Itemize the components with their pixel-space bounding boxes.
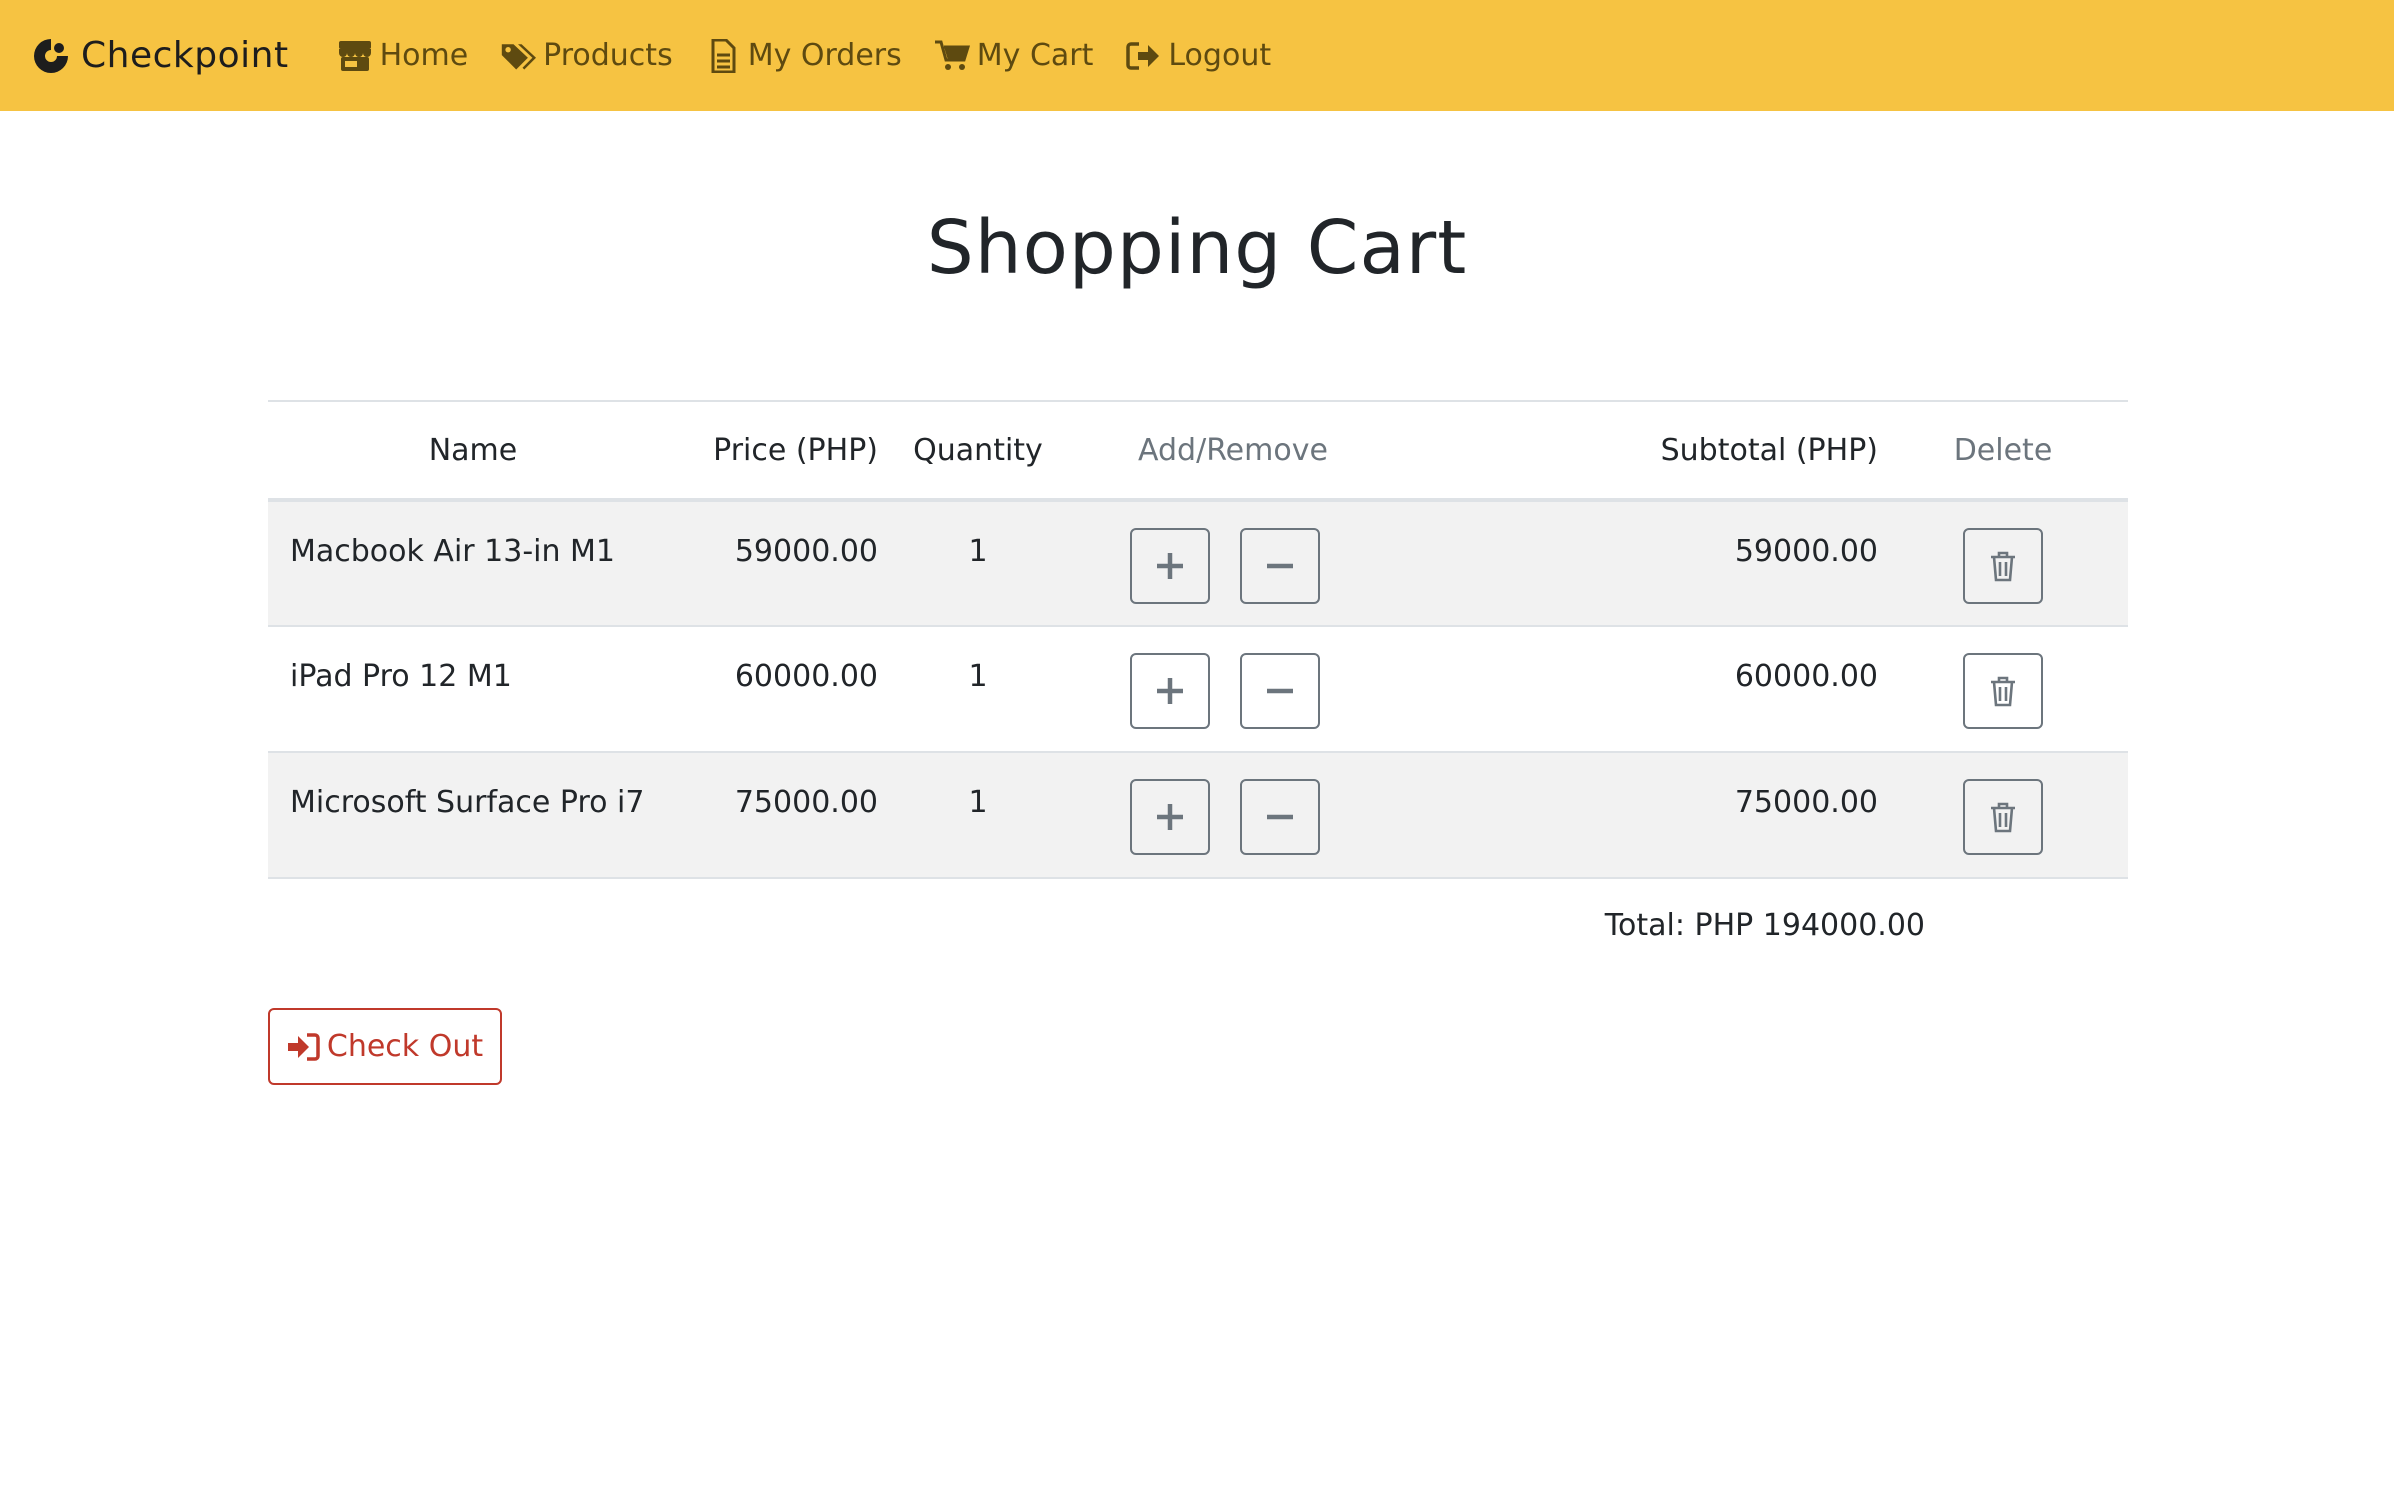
nav-my-orders[interactable]: My Orders (705, 26, 902, 86)
cart-table-header: Name Price (PHP) Quantity Add/Remove Sub… (268, 401, 2128, 500)
cell-subtotal: 75000.00 (1734, 785, 1878, 820)
delete-item-button[interactable] (1963, 779, 2043, 855)
nav-home[interactable]: Home (337, 26, 469, 86)
cell-delete (1878, 752, 2128, 878)
delete-item-button[interactable] (1963, 653, 2043, 729)
cell-delete (1878, 500, 2128, 626)
cell-quantity: 1 (968, 659, 988, 694)
minus-icon (1267, 563, 1293, 569)
cell-name: Microsoft Surface Pro i7 (290, 785, 645, 820)
cell-subtotal: 60000.00 (1734, 659, 1878, 694)
plus-icon (1157, 553, 1183, 579)
add-quantity-button[interactable] (1130, 528, 1210, 604)
cart-total: Total: PHP 194000.00 (1604, 908, 1925, 943)
navbar: Checkpoint Home Products My Orders My Ca… (0, 0, 2394, 111)
plus-icon (1157, 804, 1183, 830)
add-quantity-button[interactable] (1130, 779, 1210, 855)
nav-home-label: Home (379, 38, 469, 73)
header-price: Price (PHP) (713, 432, 878, 468)
delete-item-button[interactable] (1963, 528, 2043, 604)
trash-icon (1991, 551, 2015, 582)
nav-products-label: Products (543, 38, 673, 73)
cell-name: Macbook Air 13-in M1 (290, 534, 616, 569)
brand-name: Checkpoint (81, 35, 289, 76)
cell-delete (1878, 626, 2128, 752)
page-title: Shopping Cart (926, 205, 1468, 291)
tags-icon (501, 43, 537, 69)
file-icon (711, 38, 736, 73)
cell-add-remove (1078, 626, 1348, 752)
cell-price: 60000.00 (734, 659, 878, 694)
cell-subtotal: 59000.00 (1734, 534, 1878, 569)
cell-spacer (1348, 752, 1578, 878)
cell-spacer (1348, 626, 1578, 752)
nav-logout[interactable]: Logout (1125, 26, 1271, 86)
cart-table: Name Price (PHP) Quantity Add/Remove Sub… (268, 400, 2128, 879)
header-delete: Delete (1953, 432, 2053, 468)
brand-link[interactable]: Checkpoint (31, 26, 289, 86)
cell-spacer (1348, 500, 1578, 626)
header-subtotal: Subtotal (PHP) (1660, 432, 1878, 468)
nav-products[interactable]: Products (500, 26, 673, 86)
cell-name: iPad Pro 12 M1 (290, 659, 512, 694)
header-quantity: Quantity (913, 432, 1043, 468)
plus-icon (1157, 678, 1183, 704)
minus-icon (1267, 688, 1293, 694)
sign-out-icon (1126, 41, 1160, 70)
cell-price: 59000.00 (734, 534, 878, 569)
checkout-label: Check Out (326, 1029, 484, 1064)
table-row: Microsoft Surface Pro i7 75000.00 1 7500… (268, 752, 2128, 878)
remove-quantity-button[interactable] (1240, 779, 1320, 855)
cell-add-remove (1078, 500, 1348, 626)
sign-in-icon (287, 1032, 320, 1061)
table-row: Macbook Air 13-in M1 59000.00 1 59000.00 (268, 500, 2128, 626)
header-spacer (1348, 401, 1578, 500)
remove-quantity-button[interactable] (1240, 528, 1320, 604)
header-name: Name (428, 432, 518, 468)
add-quantity-button[interactable] (1130, 653, 1210, 729)
cell-quantity: 1 (968, 534, 988, 569)
nav-logout-label: Logout (1168, 38, 1272, 73)
cart-icon (934, 40, 970, 70)
cell-quantity: 1 (968, 785, 988, 820)
cell-add-remove (1078, 752, 1348, 878)
nav-my-cart-label: My Cart (976, 38, 1094, 73)
checkpoint-logo-icon (34, 38, 68, 73)
header-add-remove: Add/Remove (1138, 432, 1328, 468)
trash-icon (1991, 802, 2015, 833)
checkout-button[interactable]: Check Out (268, 1008, 502, 1085)
nav-my-cart[interactable]: My Cart (934, 26, 1094, 86)
nav-my-orders-label: My Orders (747, 38, 902, 73)
remove-quantity-button[interactable] (1240, 653, 1320, 729)
trash-icon (1991, 676, 2015, 707)
minus-icon (1267, 814, 1293, 820)
cell-price: 75000.00 (734, 785, 878, 820)
table-row: iPad Pro 12 M1 60000.00 1 60000.00 (268, 626, 2128, 752)
store-icon (338, 40, 371, 71)
